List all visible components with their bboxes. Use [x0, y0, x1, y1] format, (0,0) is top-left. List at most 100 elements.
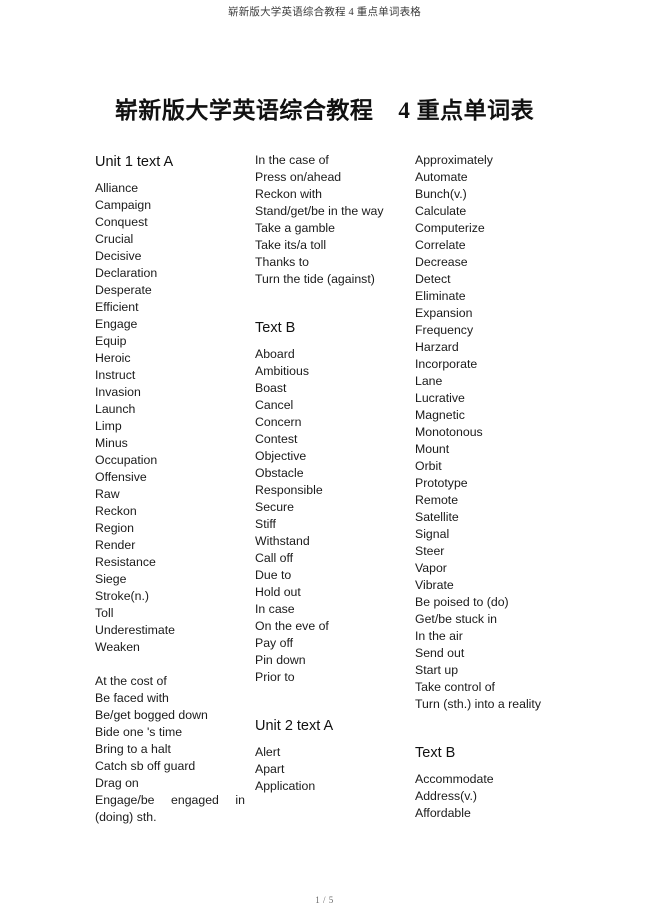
list-item: Secure	[255, 500, 294, 514]
list-item: Stand/get/be in the way	[255, 204, 384, 218]
page-footer: 1 / 5	[315, 895, 334, 905]
list-item: Expansion	[415, 306, 473, 320]
list-item: On the eve of	[255, 619, 329, 633]
word-list-unit2-text-a-continued: Approximately Automate Bunch(v.) Calcula…	[415, 152, 565, 713]
list-item: Drag on	[95, 776, 139, 790]
list-item: Stiff	[255, 517, 276, 531]
phrase-list-unit1-continued: In the case of Press on/ahead Reckon wit…	[255, 152, 405, 288]
list-item: Resistance	[95, 555, 156, 569]
list-item: Heroic	[95, 351, 131, 365]
list-item: Detect	[415, 272, 451, 286]
list-item: Frequency	[415, 323, 474, 337]
list-item: Siege	[95, 572, 127, 586]
list-item: Be/get bogged down	[95, 708, 208, 722]
list-item: In case	[255, 602, 295, 616]
column-1: Unit 1 text A Alliance Campaign Conquest…	[95, 152, 245, 826]
list-item: Invasion	[95, 385, 141, 399]
list-item: In the case of	[255, 153, 329, 167]
list-item: Steer	[415, 544, 445, 558]
page-title: 崭新版大学英语综合教程 4 重点单词表	[114, 98, 535, 124]
list-item: Boast	[255, 381, 287, 395]
list-item: Efficient	[95, 300, 139, 314]
list-item: Magnetic	[415, 408, 465, 422]
list-item: Desperate	[95, 283, 152, 297]
list-item: Mount	[415, 442, 450, 456]
list-item: Monotonous	[415, 425, 483, 439]
list-item: Call off	[255, 551, 294, 565]
list-item: Engage	[95, 317, 138, 331]
list-item: Minus	[95, 436, 128, 450]
list-item: Region	[95, 521, 134, 535]
list-item: Responsible	[255, 483, 323, 497]
list-item: Vapor	[415, 561, 447, 575]
word-list-unit2-text-b: Accommodate Address(v.) Affordable	[415, 771, 565, 822]
list-item: Decrease	[415, 255, 468, 269]
list-item: Campaign	[95, 198, 152, 212]
list-item: Turn (sth.) into a reality	[415, 697, 541, 711]
list-item: Pay off	[255, 636, 294, 650]
section-heading-unit1-text-b: Text B	[255, 320, 296, 336]
list-item: Catch sb off guard	[95, 759, 196, 773]
list-item: Obstacle	[255, 466, 304, 480]
list-item: Objective	[255, 449, 307, 463]
list-item: Correlate	[415, 238, 466, 252]
list-item: Apart	[255, 762, 285, 776]
phrase-list-unit1-text-a: At the cost of Be faced with Be/get bogg…	[95, 673, 245, 826]
list-item: Alliance	[95, 181, 139, 195]
list-item: Calculate	[415, 204, 467, 218]
list-item: Contest	[255, 432, 298, 446]
word-list-unit1-text-b: Aboard Ambitious Boast Cancel Concern Co…	[255, 346, 405, 686]
list-item: Lucrative	[415, 391, 465, 405]
running-header: 崭新版大学英语综合教程 4 重点单词表格	[228, 7, 421, 18]
list-item: Computerize	[415, 221, 485, 235]
column-3: Approximately Automate Bunch(v.) Calcula…	[415, 152, 565, 822]
list-item: Be faced with	[95, 691, 169, 705]
word-list-unit1-text-a: Alliance Campaign Conquest Crucial Decis…	[95, 180, 245, 656]
list-item: In the air	[415, 629, 463, 643]
list-item: Prior to	[255, 670, 295, 684]
section-heading-unit1-text-a: Unit 1 text A	[95, 154, 174, 170]
list-item: Start up	[415, 663, 459, 677]
list-item: Affordable	[415, 806, 471, 820]
list-item: Bring to a halt	[95, 742, 171, 756]
list-item: Application	[255, 779, 316, 793]
list-item: Raw	[95, 487, 120, 501]
list-item: Render	[95, 538, 136, 552]
list-item: Limp	[95, 419, 122, 433]
list-item: Thanks to	[255, 255, 309, 269]
list-item: Remote	[415, 493, 459, 507]
list-item: Crucial	[95, 232, 134, 246]
list-item: Withstand	[255, 534, 310, 548]
list-item: Bide one 's time	[95, 725, 183, 739]
list-item: Signal	[415, 527, 450, 541]
list-item: Approximately	[415, 153, 493, 167]
list-item: Harzard	[415, 340, 459, 354]
list-item: Conquest	[95, 215, 148, 229]
list-item: Vibrate	[415, 578, 454, 592]
list-item: Take a gamble	[255, 221, 335, 235]
list-item: Take control of	[415, 680, 495, 694]
section-heading-unit2-text-b: Text B	[415, 745, 456, 761]
list-item: Accommodate	[415, 772, 494, 786]
list-item: Orbit	[415, 459, 442, 473]
list-item: Instruct	[95, 368, 136, 382]
list-item: Turn the tide (against)	[255, 272, 375, 286]
list-item: Send out	[415, 646, 465, 660]
list-item: Alert	[255, 745, 281, 759]
list-item: Equip	[95, 334, 127, 348]
list-item: Prototype	[415, 476, 468, 490]
list-item: Be poised to (do)	[415, 595, 509, 609]
list-item: Satellite	[415, 510, 459, 524]
list-item: Get/be stuck in	[415, 612, 498, 626]
list-item: Declaration	[95, 266, 158, 280]
list-item: Press on/ahead	[255, 170, 342, 184]
column-2: In the case of Press on/ahead Reckon wit…	[255, 152, 405, 795]
list-item: Aboard	[255, 347, 295, 361]
list-item: Lane	[415, 374, 443, 388]
list-item: Concern	[255, 415, 302, 429]
vocabulary-columns: Unit 1 text A Alliance Campaign Conquest…	[0, 152, 649, 852]
list-item: Decisive	[95, 249, 142, 263]
word-list-unit2-text-a: Alert Apart Application	[255, 744, 405, 795]
list-item: Due to	[255, 568, 292, 582]
